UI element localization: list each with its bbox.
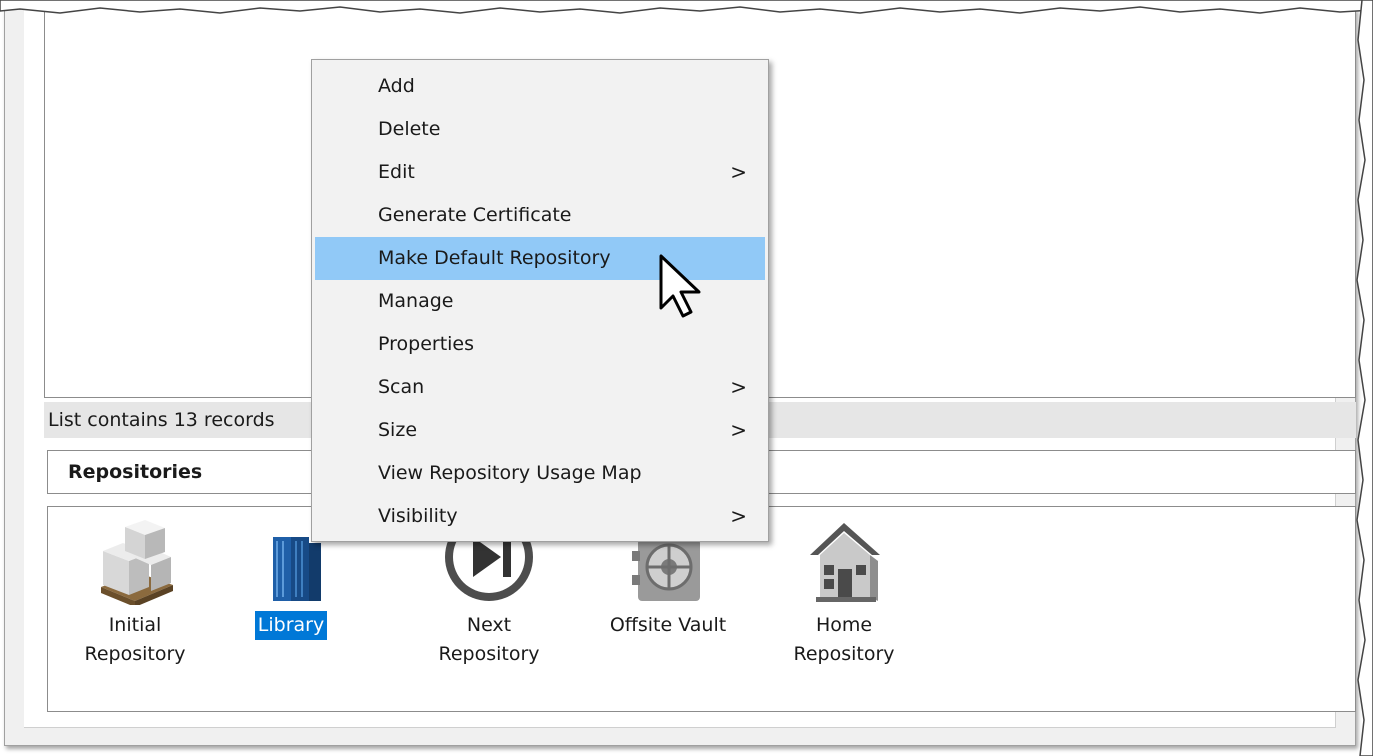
menu-item-add[interactable]: Add (315, 65, 765, 108)
menu-item-properties[interactable]: Properties (315, 323, 765, 366)
menu-item-label: Edit (378, 161, 415, 183)
menu-item-label: Size (378, 419, 418, 441)
menu-item-delete[interactable]: Delete (315, 108, 765, 151)
chevron-right-icon: > (730, 418, 747, 442)
menu-item-size[interactable]: Size > (315, 409, 765, 452)
house-icon (810, 523, 880, 602)
menu-item-label: Properties (378, 333, 475, 355)
repo-initial-repository[interactable]: Initial Repository (60, 517, 210, 669)
menu-item-scan[interactable]: Scan > (315, 366, 765, 409)
menu-item-label: Delete (378, 118, 441, 140)
repo-label: Offsite Vault (609, 614, 727, 636)
menu-item-label: Visibility (378, 505, 458, 527)
mouse-pointer-icon (659, 254, 701, 318)
menu-item-label: Make Default Repository (378, 247, 611, 269)
torn-edge-top (0, 0, 1373, 14)
repo-label: Next Repository (438, 614, 540, 665)
menu-item-label: View Repository Usage Map (378, 462, 642, 484)
repo-label: Library (254, 611, 328, 640)
boxes-pallet-icon (101, 520, 173, 605)
repo-label: Home Repository (793, 614, 895, 665)
menu-item-label: Generate Certificate (378, 204, 572, 226)
repo-home-repository[interactable]: Home Repository (769, 517, 919, 669)
chevron-right-icon: > (730, 375, 747, 399)
chevron-right-icon: > (730, 504, 747, 528)
menu-item-generate-certificate[interactable]: Generate Certificate (315, 194, 765, 237)
menu-item-view-repository-usage-map[interactable]: View Repository Usage Map (315, 452, 765, 495)
menu-item-label: Scan (378, 376, 425, 398)
status-text: List contains 13 records (48, 409, 275, 431)
menu-item-edit[interactable]: Edit > (315, 151, 765, 194)
repo-label: Initial Repository (84, 614, 186, 665)
menu-item-label: Manage (378, 290, 454, 312)
repositories-title: Repositories (68, 461, 203, 483)
menu-item-visibility[interactable]: Visibility > (315, 495, 765, 538)
chevron-right-icon: > (730, 160, 747, 184)
menu-item-label: Add (378, 75, 415, 97)
torn-edge-right (1356, 0, 1373, 756)
